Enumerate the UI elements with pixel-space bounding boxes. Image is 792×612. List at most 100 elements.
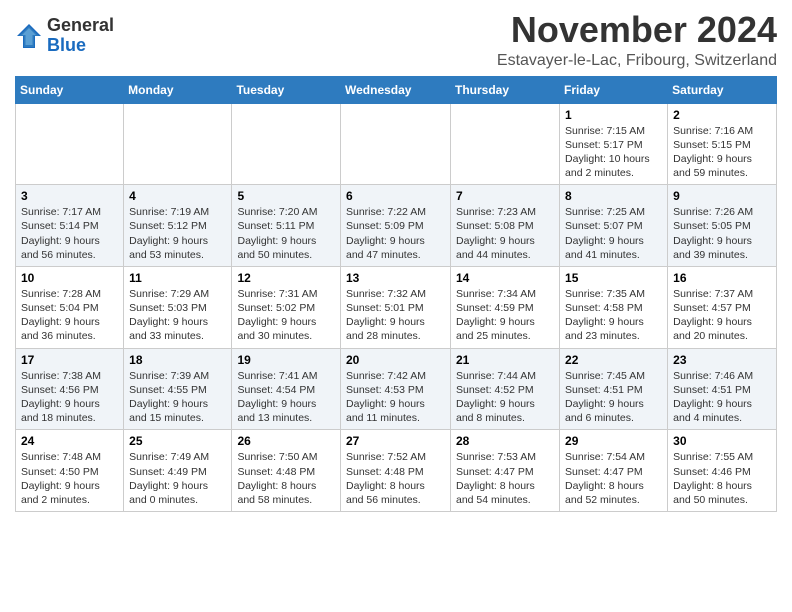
day-info: Sunrise: 7:50 AMSunset: 4:48 PMDaylight:…: [237, 450, 335, 507]
day-number: 30: [673, 434, 771, 448]
page-header: General Blue November 2024 Estavayer-le-…: [15, 10, 777, 70]
day-number: 28: [456, 434, 554, 448]
calendar-cell: 3 Sunrise: 7:17 AMSunset: 5:14 PMDaylight…: [16, 185, 124, 267]
calendar-cell: 24 Sunrise: 7:48 AMSunset: 4:50 PMDayligh…: [16, 430, 124, 512]
day-info: Sunrise: 7:23 AMSunset: 5:08 PMDaylight:…: [456, 205, 554, 262]
calendar-table: SundayMondayTuesdayWednesdayThursdayFrid…: [15, 76, 777, 512]
day-info: Sunrise: 7:53 AMSunset: 4:47 PMDaylight:…: [456, 450, 554, 507]
calendar-cell: [341, 103, 451, 185]
calendar-cell: 25Sunrise: 7:49 AMSunset: 4:49 PMDayligh…: [124, 430, 232, 512]
day-number: 20: [346, 353, 445, 367]
calendar-cell: [124, 103, 232, 185]
calendar-cell: 8 Sunrise: 7:25 AMSunset: 5:07 PMDaylight…: [560, 185, 668, 267]
weekday-header-thursday: Thursday: [451, 76, 560, 103]
day-number: 17: [21, 353, 118, 367]
day-info: Sunrise: 7:39 AMSunset: 4:55 PMDaylight:…: [129, 369, 226, 426]
day-number: 27: [346, 434, 445, 448]
day-number: 18: [129, 353, 226, 367]
calendar-cell: 13 Sunrise: 7:32 AMSunset: 5:01 PMDayligh…: [341, 266, 451, 348]
day-info: Sunrise: 7:37 AMSunset: 4:57 PMDaylight:…: [673, 287, 771, 344]
day-number: 8: [565, 189, 662, 203]
day-info: Sunrise: 7:22 AMSunset: 5:09 PMDaylight:…: [346, 205, 445, 262]
day-info: Sunrise: 7:52 AMSunset: 4:48 PMDaylight:…: [346, 450, 445, 507]
day-number: 11: [129, 271, 226, 285]
day-info: Sunrise: 7:26 AMSunset: 5:05 PMDaylight:…: [673, 205, 771, 262]
day-info: Sunrise: 7:25 AMSunset: 5:07 PMDaylight:…: [565, 205, 662, 262]
calendar-cell: 7 Sunrise: 7:23 AMSunset: 5:08 PMDaylight…: [451, 185, 560, 267]
weekday-header-tuesday: Tuesday: [232, 76, 341, 103]
calendar-cell: 21Sunrise: 7:44 AMSunset: 4:52 PMDayligh…: [451, 348, 560, 430]
calendar-cell: 5 Sunrise: 7:20 AMSunset: 5:11 PMDaylight…: [232, 185, 341, 267]
day-number: 7: [456, 189, 554, 203]
calendar-cell: 9 Sunrise: 7:26 AMSunset: 5:05 PMDaylight…: [668, 185, 777, 267]
day-number: 10: [21, 271, 118, 285]
day-info: Sunrise: 7:34 AMSunset: 4:59 PMDaylight:…: [456, 287, 554, 344]
day-info: Sunrise: 7:49 AMSunset: 4:49 PMDaylight:…: [129, 450, 226, 507]
day-info: Sunrise: 7:38 AMSunset: 4:56 PMDaylight:…: [21, 369, 118, 426]
day-number: 22: [565, 353, 662, 367]
calendar-cell: 19 Sunrise: 7:41 AMSunset: 4:54 PMDayligh…: [232, 348, 341, 430]
day-number: 5: [237, 189, 335, 203]
title-area: November 2024 Estavayer-le-Lac, Fribourg…: [497, 10, 777, 70]
calendar-cell: 15Sunrise: 7:35 AMSunset: 4:58 PMDayligh…: [560, 266, 668, 348]
day-number: 9: [673, 189, 771, 203]
day-info: Sunrise: 7:55 AMSunset: 4:46 PMDaylight:…: [673, 450, 771, 507]
day-number: 16: [673, 271, 771, 285]
calendar-cell: 17 Sunrise: 7:38 AMSunset: 4:56 PMDayligh…: [16, 348, 124, 430]
day-number: 23: [673, 353, 771, 367]
day-info: Sunrise: 7:35 AMSunset: 4:58 PMDaylight:…: [565, 287, 662, 344]
day-number: 14: [456, 271, 554, 285]
day-info: Sunrise: 7:20 AMSunset: 5:11 PMDaylight:…: [237, 205, 335, 262]
calendar-cell: 12Sunrise: 7:31 AMSunset: 5:02 PMDayligh…: [232, 266, 341, 348]
day-number: 6: [346, 189, 445, 203]
day-info: Sunrise: 7:48 AMSunset: 4:50 PMDaylight:…: [21, 450, 118, 507]
day-number: 13: [346, 271, 445, 285]
logo: General Blue: [15, 16, 114, 56]
calendar-week-row: 10 Sunrise: 7:28 AMSunset: 5:04 PMDayligh…: [16, 266, 777, 348]
day-number: 21: [456, 353, 554, 367]
day-info: Sunrise: 7:45 AMSunset: 4:51 PMDaylight:…: [565, 369, 662, 426]
day-info: Sunrise: 7:17 AMSunset: 5:14 PMDaylight:…: [21, 205, 118, 262]
calendar-cell: 29Sunrise: 7:54 AMSunset: 4:47 PMDayligh…: [560, 430, 668, 512]
calendar-cell: 11 Sunrise: 7:29 AMSunset: 5:03 PMDayligh…: [124, 266, 232, 348]
logo-text: General Blue: [47, 16, 114, 56]
day-info: Sunrise: 7:29 AMSunset: 5:03 PMDaylight:…: [129, 287, 226, 344]
day-number: 1: [565, 108, 662, 122]
day-info: Sunrise: 7:19 AMSunset: 5:12 PMDaylight:…: [129, 205, 226, 262]
calendar-cell: 20 Sunrise: 7:42 AMSunset: 4:53 PMDayligh…: [341, 348, 451, 430]
calendar-cell: 18 Sunrise: 7:39 AMSunset: 4:55 PMDayligh…: [124, 348, 232, 430]
day-number: 3: [21, 189, 118, 203]
calendar-cell: 10 Sunrise: 7:28 AMSunset: 5:04 PMDayligh…: [16, 266, 124, 348]
calendar-cell: 28 Sunrise: 7:53 AMSunset: 4:47 PMDayligh…: [451, 430, 560, 512]
calendar-cell: [16, 103, 124, 185]
calendar-cell: 26Sunrise: 7:50 AMSunset: 4:48 PMDayligh…: [232, 430, 341, 512]
calendar-body: 1 Sunrise: 7:15 AMSunset: 5:17 PMDaylight…: [16, 103, 777, 511]
calendar-week-row: 1 Sunrise: 7:15 AMSunset: 5:17 PMDaylight…: [16, 103, 777, 185]
location-title: Estavayer-le-Lac, Fribourg, Switzerland: [497, 52, 777, 70]
day-info: Sunrise: 7:32 AMSunset: 5:01 PMDaylight:…: [346, 287, 445, 344]
calendar-cell: 16 Sunrise: 7:37 AMSunset: 4:57 PMDayligh…: [668, 266, 777, 348]
day-info: Sunrise: 7:42 AMSunset: 4:53 PMDaylight:…: [346, 369, 445, 426]
day-number: 24: [21, 434, 118, 448]
weekday-header-sunday: Sunday: [16, 76, 124, 103]
logo-icon: [15, 22, 43, 50]
calendar-cell: 23 Sunrise: 7:46 AMSunset: 4:51 PMDayligh…: [668, 348, 777, 430]
day-info: Sunrise: 7:16 AMSunset: 5:15 PMDaylight:…: [673, 124, 771, 181]
day-info: Sunrise: 7:46 AMSunset: 4:51 PMDaylight:…: [673, 369, 771, 426]
day-info: Sunrise: 7:28 AMSunset: 5:04 PMDaylight:…: [21, 287, 118, 344]
calendar-cell: 22 Sunrise: 7:45 AMSunset: 4:51 PMDayligh…: [560, 348, 668, 430]
calendar-cell: [451, 103, 560, 185]
weekday-header-wednesday: Wednesday: [341, 76, 451, 103]
day-number: 19: [237, 353, 335, 367]
calendar-cell: 14 Sunrise: 7:34 AMSunset: 4:59 PMDayligh…: [451, 266, 560, 348]
day-number: 2: [673, 108, 771, 122]
weekday-header-monday: Monday: [124, 76, 232, 103]
day-info: Sunrise: 7:41 AMSunset: 4:54 PMDaylight:…: [237, 369, 335, 426]
day-info: Sunrise: 7:54 AMSunset: 4:47 PMDaylight:…: [565, 450, 662, 507]
calendar-cell: [232, 103, 341, 185]
calendar-cell: 27 Sunrise: 7:52 AMSunset: 4:48 PMDayligh…: [341, 430, 451, 512]
day-info: Sunrise: 7:15 AMSunset: 5:17 PMDaylight:…: [565, 124, 662, 181]
calendar-cell: 1 Sunrise: 7:15 AMSunset: 5:17 PMDaylight…: [560, 103, 668, 185]
logo-general: General: [47, 15, 114, 35]
logo-blue: Blue: [47, 35, 86, 55]
